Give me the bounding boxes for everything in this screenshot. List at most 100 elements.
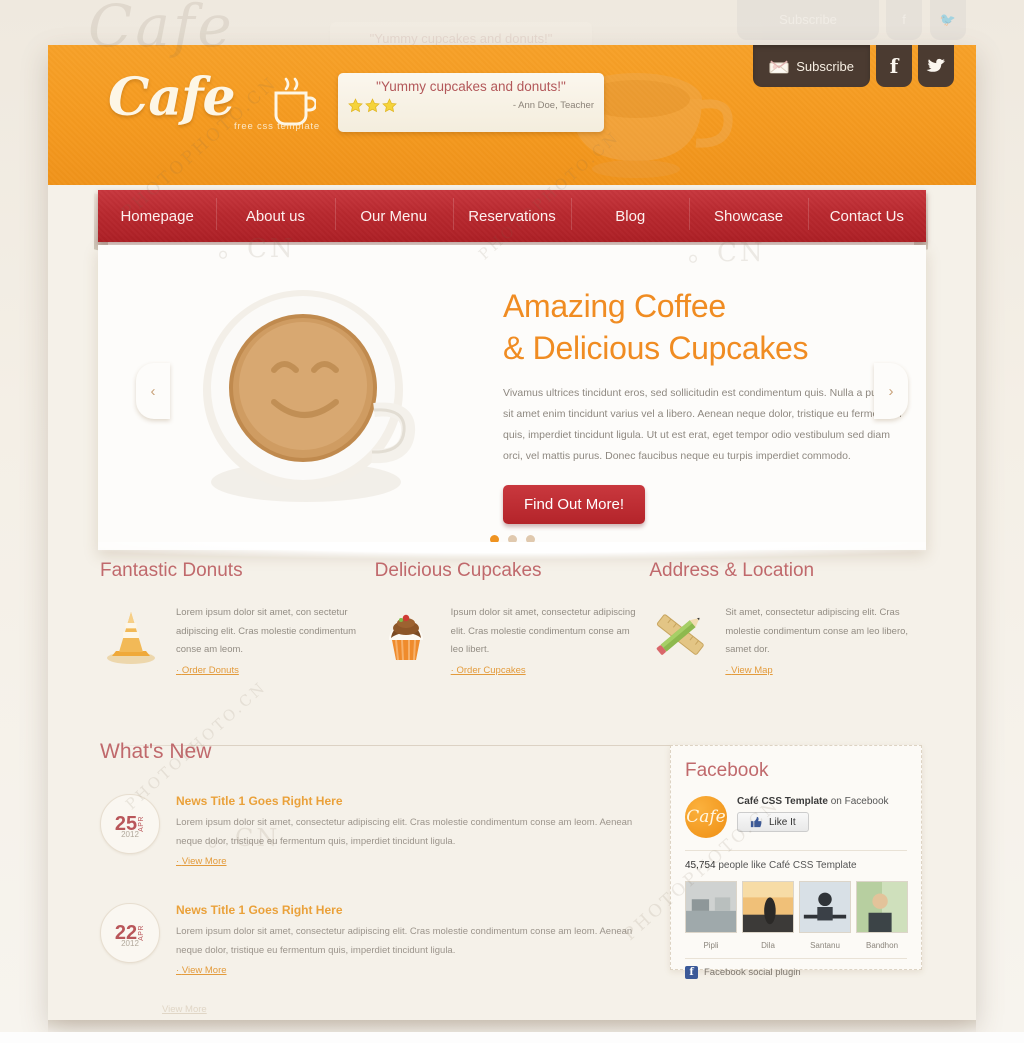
date-badge: 25 APR 2012 xyxy=(100,794,160,854)
nav-item-homepage[interactable]: Homepage xyxy=(98,208,216,225)
slider-dot-1[interactable] xyxy=(489,535,499,544)
friend-tile[interactable]: Dila xyxy=(742,881,794,950)
feature-cupcakes: Delicious Cupcakes Ipsum dolor sit amet,… xyxy=(375,560,650,676)
facebook-icon: f xyxy=(685,966,698,979)
news-title[interactable]: News Title 1 Goes Right Here xyxy=(176,794,660,808)
star-icon xyxy=(365,98,380,113)
ghost-twitter-icon: 🐦 xyxy=(939,12,957,27)
avatar-label: Cafe xyxy=(686,807,726,827)
order-cupcakes-link[interactable]: Order Cupcakes xyxy=(451,665,638,676)
subscribe-button[interactable]: Subscribe xyxy=(753,45,870,87)
feature-address: Address & Location Sit amet, consectetur… xyxy=(649,560,924,676)
like-count-text: people like Café CSS Template xyxy=(718,860,857,871)
friend-name: Bandhon xyxy=(865,941,899,950)
logo-tagline: free css template xyxy=(234,121,320,132)
nav-item-about-us[interactable]: About us xyxy=(216,197,334,230)
nav-item-blog[interactable]: Blog xyxy=(571,197,689,230)
feature-text: Ipsum dolor sit amet, consectetur adipis… xyxy=(450,607,636,656)
site-header: Cafe free css template "Yummy cupcakes a… xyxy=(48,45,976,185)
ghost-twitter-button: 🐦 xyxy=(930,0,966,40)
testimonial-quote: "Yummy cupcakes and donuts!" xyxy=(376,79,566,94)
friend-photo xyxy=(856,881,908,933)
subscribe-label: Subscribe xyxy=(796,58,854,74)
like-count-number: 45,754 xyxy=(685,860,716,871)
feature-title: Delicious Cupcakes xyxy=(374,560,542,581)
date-year: 2012 xyxy=(121,939,139,948)
news-item: 22 APR 2012 News Title 1 Goes Right Here… xyxy=(100,903,660,978)
traffic-cone-icon xyxy=(107,612,155,664)
friend-tile[interactable]: Pipli xyxy=(685,881,737,950)
nav-item-contact-us[interactable]: Contact Us xyxy=(807,197,926,230)
header-social-buttons: Subscribe f xyxy=(753,45,954,87)
slider-dot-3[interactable] xyxy=(525,535,535,544)
hero-paragraph: Vivamus ultrices tincidunt eros, sed sol… xyxy=(503,387,902,463)
like-button[interactable]: Like It xyxy=(737,812,809,832)
facebook-heading: Facebook xyxy=(685,760,769,781)
news-item: 25 APR 2012 News Title 1 Goes Right Here… xyxy=(100,794,660,869)
ruler-pencil-icon xyxy=(657,614,705,655)
twitter-button[interactable] xyxy=(918,45,954,87)
view-more-link[interactable]: View More xyxy=(176,965,227,976)
testimonial-author: - Ann Doe, Teacher xyxy=(512,100,594,111)
friend-name: Santanu xyxy=(810,941,840,950)
news-title[interactable]: News Title 1 Goes Right Here xyxy=(176,903,660,917)
features-row: Fantastic Donuts Lorem ipsum dolor sit a… xyxy=(48,560,976,676)
view-map-link[interactable]: View Map xyxy=(725,665,912,676)
facebook-button[interactable]: f xyxy=(876,45,912,87)
twitter-bird-icon xyxy=(926,58,946,72)
friend-photo xyxy=(742,881,794,933)
nav-item-showcase[interactable]: Showcase xyxy=(689,197,807,230)
slider-dot-2[interactable] xyxy=(507,535,517,544)
ghost-subscribe-label: Subscribe xyxy=(779,12,837,27)
whats-new-section: What's New 25 APR 2012 News Title 1 Goes… xyxy=(100,740,660,1012)
coffee-cup-photo xyxy=(203,290,416,502)
slider-next-arrow[interactable]: › xyxy=(874,363,908,419)
friend-name: Pipli xyxy=(703,941,719,950)
cupcake-icon xyxy=(388,614,423,661)
feature-donuts: Fantastic Donuts Lorem ipsum dolor sit a… xyxy=(100,560,375,676)
feature-title: Fantastic Donuts xyxy=(100,560,243,581)
thumbs-up-icon xyxy=(750,816,762,828)
nav-ribbon: Homepage About us Our Menu Reservations … xyxy=(98,190,926,242)
order-donuts-link[interactable]: Order Donuts xyxy=(176,665,363,676)
ghost-facebook-icon: f xyxy=(902,12,906,27)
news-body: Lorem ipsum dolor sit amet, consectetur … xyxy=(176,926,633,956)
facebook-icon: f xyxy=(889,54,899,78)
facebook-plugin-footer: f Facebook social plugin xyxy=(685,958,907,979)
star-icon xyxy=(382,98,397,113)
slider-pagination xyxy=(98,535,926,544)
testimonial-box: "Yummy cupcakes and donuts!" - Ann Doe, … xyxy=(338,73,604,132)
website-sheet: Cafe free css template "Yummy cupcakes a… xyxy=(48,45,976,1020)
hero-title-line2: & Delicious Cupcakes xyxy=(503,330,809,367)
site-logo[interactable]: Cafe free css template xyxy=(108,55,338,165)
news-body: Lorem ipsum dolor sit amet, consectetur … xyxy=(176,817,633,847)
logo-wordmark: Cafe xyxy=(108,67,236,128)
ghost-view-more-link: View More xyxy=(162,1004,207,1015)
friend-photo xyxy=(685,881,737,933)
rating-stars xyxy=(348,98,397,113)
friend-photo xyxy=(799,881,851,933)
view-more-link[interactable]: View More xyxy=(176,856,227,867)
page-bottom-edge xyxy=(0,1032,1024,1043)
facebook-plugin-label: Facebook social plugin xyxy=(704,967,801,978)
feature-title: Address & Location xyxy=(649,560,815,581)
find-out-more-button[interactable]: Find Out More! xyxy=(503,485,646,525)
whats-new-heading: What's New xyxy=(100,740,212,763)
hero-title: Amazing Coffee & Delicious Cupcakes xyxy=(503,285,903,369)
hero-title-line1: Amazing Coffee xyxy=(503,288,726,324)
friend-name: Dila xyxy=(761,941,775,950)
facebook-page-suffix: on Facebook xyxy=(827,796,889,807)
hero-text-block: Amazing Coffee & Delicious Cupcakes Viva… xyxy=(503,285,903,525)
slider-prev-arrow[interactable]: ‹ xyxy=(136,363,170,419)
facebook-page-title: Café CSS Template xyxy=(737,796,828,807)
friend-tile[interactable]: Bandhon xyxy=(856,881,908,950)
nav-item-our-menu[interactable]: Our Menu xyxy=(334,197,453,230)
facebook-friends-grid: Pipli Dila Santanu Bandhon xyxy=(685,881,908,950)
envelope-icon xyxy=(769,59,789,73)
star-icon xyxy=(348,98,363,113)
ghost-subscribe-button: Subscribe xyxy=(737,0,879,40)
nav-item-reservations[interactable]: Reservations xyxy=(452,197,571,230)
ghost-facebook-button: f xyxy=(886,0,922,40)
hero-slider: Amazing Coffee & Delicious Cupcakes Viva… xyxy=(98,245,926,560)
friend-tile[interactable]: Santanu xyxy=(799,881,851,950)
